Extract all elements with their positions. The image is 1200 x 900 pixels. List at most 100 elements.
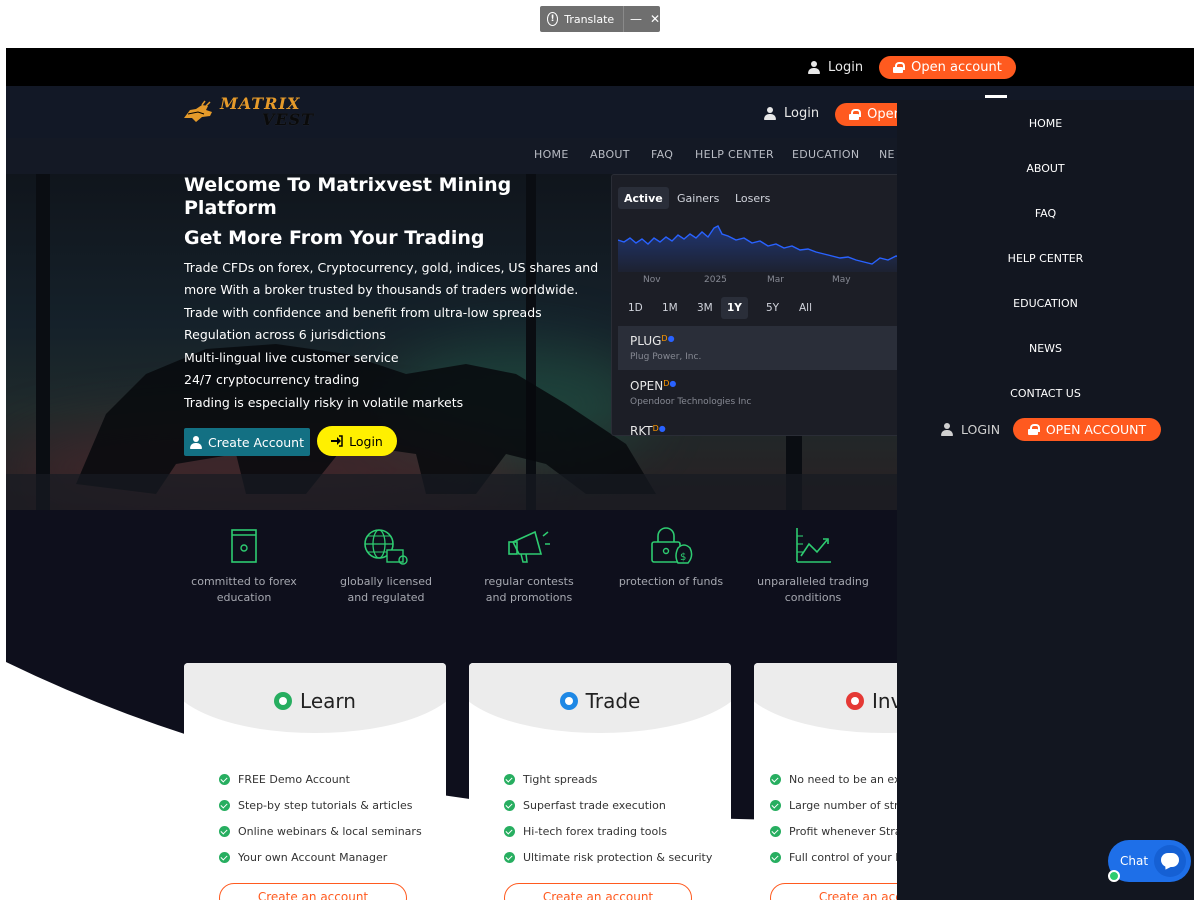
range-1y[interactable]: 1Y [721, 297, 748, 319]
create-an-account-button[interactable]: Create an account [219, 883, 407, 900]
hero-text-line: Multi-lingual live customer service [184, 350, 399, 365]
lock-icon [893, 62, 906, 73]
card-list-item: Large number of stra [789, 799, 906, 812]
market-overview-widget: Active Gainers Losers Nov 2025 Mar May 1… [611, 174, 911, 436]
open-account-label: OPEN ACCOUNT [1045, 422, 1147, 437]
login-label: LOGIN [961, 422, 1001, 437]
open-account-label: Open account [911, 60, 1002, 75]
ticker-symbol: PLUG [630, 334, 662, 348]
check-icon [770, 852, 781, 863]
check-icon [219, 826, 230, 837]
range-1m[interactable]: 1M [656, 297, 684, 319]
bull-logo-icon [184, 100, 212, 122]
ticker-name: Plug Power, Inc. [630, 352, 702, 362]
nav-item-help-center[interactable]: HELP CENTER [695, 148, 774, 161]
close-icon[interactable]: ✕ [650, 12, 660, 26]
hero-title-line2: Platform [184, 197, 277, 219]
ticker-row[interactable]: OPEND● Opendoor Technologies Inc [618, 371, 910, 415]
card-list-item: Your own Account Manager [238, 851, 388, 864]
menu-item-news[interactable]: NEWS [897, 342, 1194, 355]
tab-losers[interactable]: Losers [729, 187, 776, 209]
card-list-item: Step-by step tutorials & articles [238, 799, 413, 812]
translate-button[interactable]: Translate [564, 13, 614, 26]
nav-item-news[interactable]: NE [879, 148, 895, 161]
card-list-item: Full control of your In [789, 851, 906, 864]
divider [623, 6, 624, 32]
growth-chart-icon [796, 528, 831, 563]
hero-login-button[interactable]: Login [317, 426, 397, 456]
card-list-item: Ultimate risk protection & security [523, 851, 713, 864]
card-list-item: Hi-tech forex trading tools [523, 825, 667, 838]
site-logo[interactable]: MATRIX VEST [182, 92, 322, 132]
nav-item-faq[interactable]: FAQ [651, 148, 673, 161]
blue-dot-icon [559, 692, 578, 710]
range-all[interactable]: All [793, 297, 818, 319]
translate-bar: ! Translate — ✕ [540, 6, 660, 32]
login-label: Login [828, 60, 864, 75]
create-an-account-button[interactable]: Create an account [504, 883, 692, 900]
tab-gainers[interactable]: Gainers [671, 187, 725, 209]
check-icon [219, 852, 230, 863]
dot-icon: ● [669, 379, 677, 388]
person-icon [808, 61, 820, 74]
tab-active[interactable]: Active [618, 187, 669, 209]
card-list-item: FREE Demo Account [238, 773, 350, 786]
header-login-link[interactable]: Login [764, 106, 819, 121]
card-list-item: Online webinars & local seminars [238, 825, 422, 838]
range-3m[interactable]: 3M [691, 297, 719, 319]
menu-item-contact-us[interactable]: CONTACT US [897, 387, 1194, 400]
hero-text-line: Trade CFDs on forex, Cryptocurrency, gol… [184, 260, 599, 275]
check-icon [770, 826, 781, 837]
feature-label: unparalleled trading [757, 575, 869, 588]
feature-label: committed to forex [191, 575, 297, 588]
hero-text-line: Trading is especially risky in volatile … [184, 395, 464, 410]
minimize-icon[interactable]: — [630, 12, 642, 26]
ticker-name: Opendoor Technologies Inc [630, 397, 752, 407]
svg-text:$: $ [680, 552, 686, 563]
range-5y[interactable]: 5Y [760, 297, 785, 319]
bear-silhouette-image [76, 344, 656, 494]
nav-item-home[interactable]: HOME [534, 148, 569, 161]
lock-icon [849, 109, 862, 120]
check-icon [504, 826, 515, 837]
topbar-login-link[interactable]: Login [808, 60, 863, 75]
menu-item-education[interactable]: EDUCATION [897, 297, 1194, 310]
nav-item-education[interactable]: EDUCATION [792, 148, 859, 161]
menu-open-account-button[interactable]: OPEN ACCOUNT [1013, 418, 1161, 441]
check-icon [504, 852, 515, 863]
feature-item: $ protection of funds [606, 526, 736, 590]
feature-item: committed to forex education [179, 526, 309, 606]
ticker-row[interactable]: RKTD● [618, 416, 910, 435]
check-icon [504, 800, 515, 811]
chat-widget-button[interactable]: Chat [1108, 840, 1191, 882]
nav-item-about[interactable]: ABOUT [590, 148, 630, 161]
card-list-item: Profit whenever Strat [789, 825, 906, 838]
menu-login-link[interactable]: LOGIN [941, 422, 1000, 437]
ticker-row[interactable]: PLUGD● Plug Power, Inc. [618, 326, 910, 370]
check-icon [219, 774, 230, 785]
topbar-open-account-button[interactable]: Open account [879, 56, 1016, 79]
hero-title-line1: Welcome To Matrixvest Mining [184, 174, 512, 196]
hero-text-line: Regulation across 6 jurisdictions [184, 327, 386, 342]
menu-item-faq[interactable]: FAQ [897, 207, 1194, 220]
chat-bubble-icon [1154, 845, 1186, 877]
chart-axis-label: May [832, 275, 851, 285]
hamburger-menu-icon[interactable] [985, 95, 1007, 98]
menu-item-home[interactable]: HOME [897, 117, 1194, 130]
check-icon [770, 800, 781, 811]
feature-label: regular contests [484, 575, 574, 588]
create-account-button[interactable]: Create Account [184, 428, 310, 456]
feature-item: unparalleled trading conditions [748, 526, 878, 606]
login-label: Login [349, 433, 383, 449]
ticker-symbol: OPEN [630, 379, 664, 393]
menu-item-about[interactable]: ABOUT [897, 162, 1194, 175]
feature-label: conditions [784, 591, 842, 604]
card-title: Learn [300, 689, 356, 713]
hero-text-line: more With a broker trusted by thousands … [184, 282, 579, 297]
person-icon [941, 423, 953, 436]
learn-card: Learn FREE Demo Account Step-by step tut… [184, 663, 446, 900]
range-1d[interactable]: 1D [622, 297, 649, 319]
logo-text-vest: VEST [262, 110, 315, 129]
chat-label: Chat [1120, 854, 1149, 868]
menu-item-help-center[interactable]: HELP CENTER [897, 252, 1194, 265]
